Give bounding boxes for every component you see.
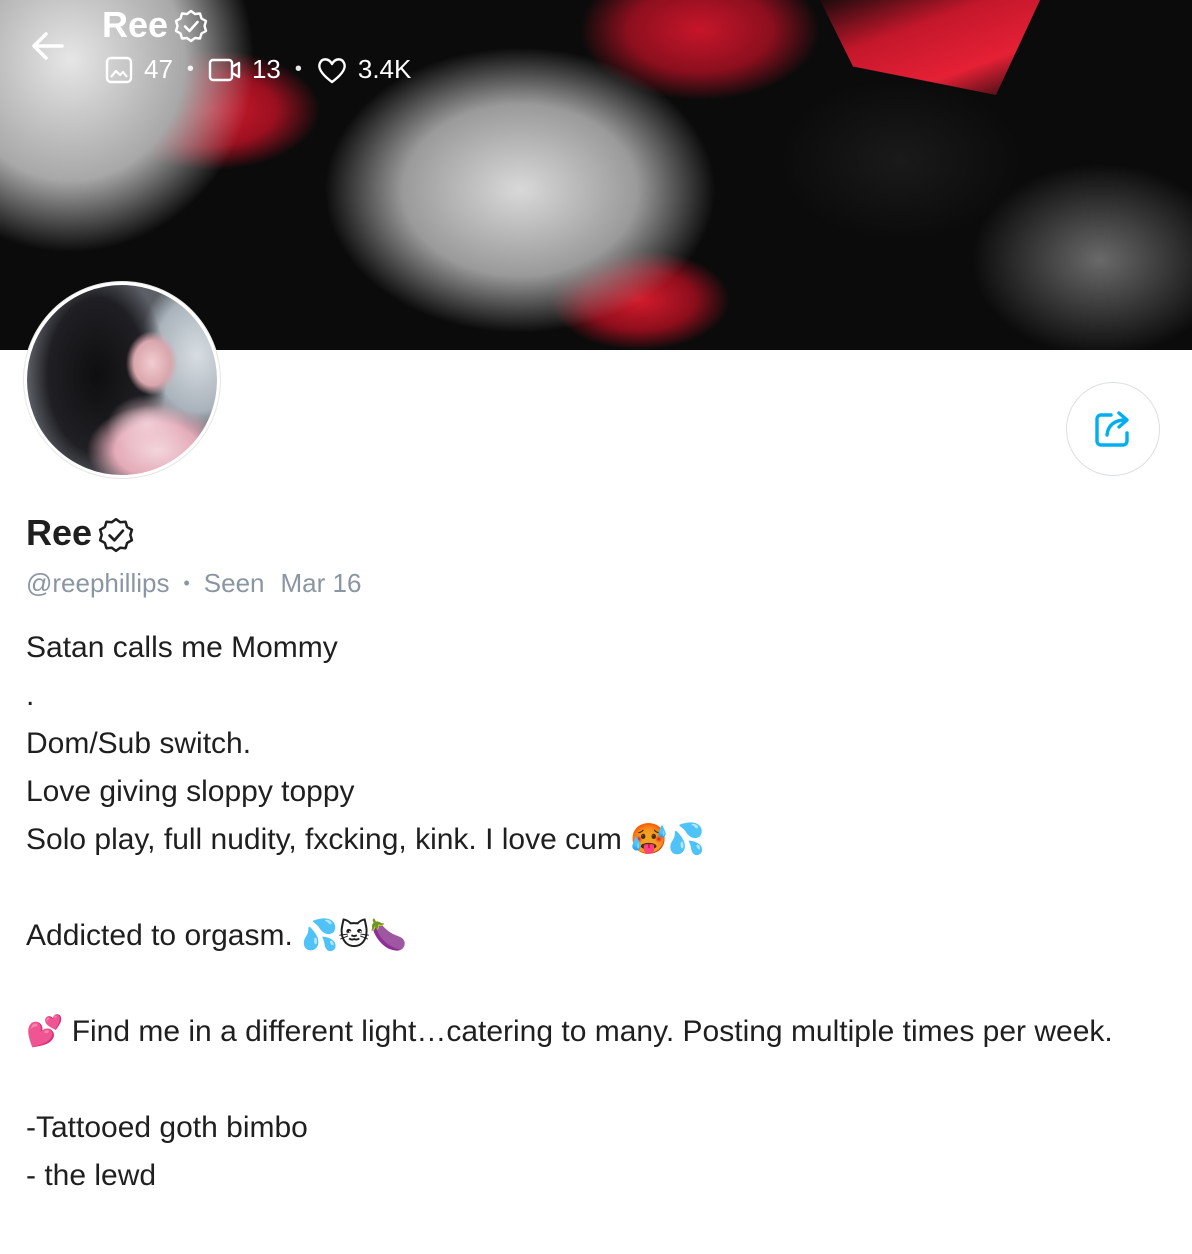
bio-line: Love giving sloppy toppy	[26, 775, 355, 808]
share-icon	[1095, 411, 1129, 447]
meta-separator: •	[183, 573, 190, 593]
image-icon	[105, 56, 133, 83]
bio-line: Addicted to orgasm. 💦🐱🍆	[26, 919, 408, 952]
header-title: Ree	[102, 4, 208, 46]
header-name: Ree	[102, 4, 169, 45]
seen-date: Mar 16	[280, 568, 362, 598]
profile-handle[interactable]: @reephillips	[26, 568, 169, 599]
video-icon	[208, 58, 241, 81]
profile-display-name: Ree	[26, 512, 93, 553]
profile-name: Ree	[26, 512, 134, 554]
likes-stat: 3.4K	[316, 54, 412, 85]
bio-line: - the lewd	[26, 1159, 157, 1192]
stat-separator: •	[294, 58, 302, 80]
profile-bio: Satan calls me Mommy . Dom/Sub switch. L…	[26, 624, 1146, 1200]
bio-line: Solo play, full nudity, fxcking, kink. I…	[26, 823, 705, 856]
stat-separator: •	[186, 58, 194, 80]
likes-count: 3.4K	[357, 54, 412, 84]
arrow-left-icon	[32, 32, 64, 60]
photos-stat: 47	[104, 54, 173, 85]
seen-label: Seen	[203, 568, 265, 598]
bottom-fade	[0, 1194, 1192, 1254]
bio-line	[26, 1056, 1146, 1104]
profile-meta: @reephillips • Seen Mar 16	[26, 568, 361, 599]
videos-stat: 13	[208, 54, 281, 85]
bio-line: Dom/Sub switch.	[26, 727, 252, 760]
videos-count: 13	[251, 54, 281, 84]
header-stats: 47 • 13 • 3.4K	[104, 54, 411, 85]
verified-badge-icon	[98, 517, 134, 553]
avatar[interactable]	[24, 282, 220, 478]
verified-badge-icon	[174, 9, 208, 43]
bio-line: -Tattooed goth bimbo	[26, 1111, 308, 1144]
bio-line	[26, 960, 1146, 1008]
bio-line: .	[26, 679, 35, 712]
bio-line: 💕 Find me in a different light…catering …	[26, 1015, 1113, 1048]
back-button[interactable]	[24, 22, 72, 70]
bio-line: Satan calls me Mommy	[26, 631, 338, 664]
bio-line	[26, 864, 1146, 912]
photos-count: 47	[144, 54, 173, 84]
heart-icon	[318, 57, 346, 83]
share-button[interactable]	[1066, 382, 1160, 476]
top-bar: Ree 47 • 13 • 3.4K	[0, 0, 1192, 100]
